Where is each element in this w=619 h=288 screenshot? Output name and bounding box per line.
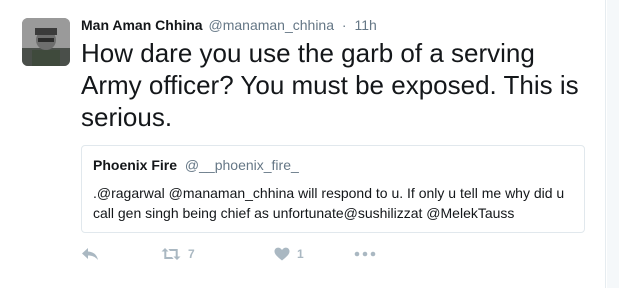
more-button[interactable] — [354, 251, 384, 257]
tweet-card[interactable]: Man Aman Chhina @manaman_chhina · 11h Ho… — [0, 0, 606, 288]
tweet-header: Man Aman Chhina @manaman_chhina · 11h — [81, 16, 377, 34]
retweet-count: 7 — [188, 247, 195, 261]
author-fullname[interactable]: Man Aman Chhina — [81, 17, 203, 33]
tweet-timestamp[interactable]: 11h — [354, 17, 376, 33]
timeline-background — [607, 0, 619, 288]
quoted-author-fullname: Phoenix Fire — [93, 157, 178, 173]
tweet-actions: 7 1 — [81, 244, 384, 264]
retweet-icon — [161, 248, 181, 260]
quoted-tweet-header: Phoenix Fire @__phoenix_fire_ — [93, 156, 573, 174]
header-separator: · — [341, 17, 347, 33]
quoted-tweet[interactable]: Phoenix Fire @__phoenix_fire_ .@ragarwal… — [81, 145, 585, 233]
more-icon — [354, 251, 376, 257]
reply-button[interactable] — [81, 246, 161, 262]
like-button[interactable]: 1 — [274, 247, 354, 261]
avatar-image — [22, 18, 70, 66]
quoted-tweet-text: .@ragarwal @manaman_chhina will respond … — [93, 185, 565, 221]
avatar[interactable] — [22, 18, 70, 66]
author-username[interactable]: @manaman_chhina — [209, 17, 335, 33]
tweet-text: How dare you use the garb of a serving A… — [81, 38, 579, 132]
like-count: 1 — [297, 247, 304, 261]
reply-icon — [82, 248, 98, 260]
heart-icon — [274, 247, 290, 261]
quoted-author-username: @__phoenix_fire_ — [184, 157, 299, 173]
retweet-button[interactable]: 7 — [161, 247, 274, 261]
